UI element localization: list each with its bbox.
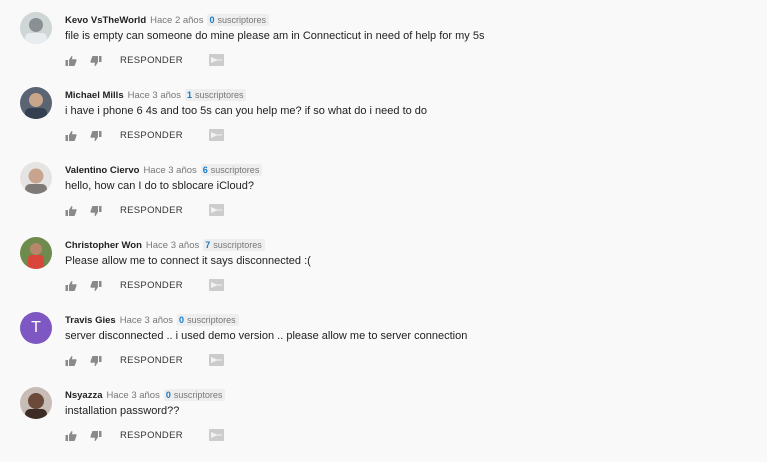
comment-text: server disconnected .. i used demo versi… xyxy=(65,330,468,342)
avatar[interactable] xyxy=(20,162,52,194)
share-icon[interactable] xyxy=(208,354,224,366)
subscriber-badge: 0 suscriptores xyxy=(177,314,239,326)
subscriber-count: 6 xyxy=(202,165,208,175)
share-icon[interactable] xyxy=(208,279,224,291)
reply-button[interactable]: RESPONDER xyxy=(120,130,183,141)
thumbs-down-icon[interactable] xyxy=(90,429,102,441)
comment-text: installation password?? xyxy=(65,405,180,417)
thumbs-down-icon[interactable] xyxy=(90,279,102,291)
comment-list: Kevo VsTheWorld Hace 2 años 0 suscriptore… xyxy=(0,0,767,453)
avatar[interactable] xyxy=(20,87,52,119)
thumbs-up-icon[interactable] xyxy=(65,429,77,441)
avatar-letter: T xyxy=(31,319,41,336)
subscriber-badge: 1 suscriptores xyxy=(184,89,247,101)
reply-button[interactable]: RESPONDER xyxy=(120,355,183,366)
comment-time[interactable]: Hace 3 años xyxy=(107,390,160,401)
thumbs-up-icon[interactable] xyxy=(65,279,77,291)
share-icon[interactable] xyxy=(208,204,224,216)
author-name[interactable]: Travis Gies xyxy=(65,315,116,326)
comment-text: i have i phone 6 4s and too 5s can you h… xyxy=(65,105,428,117)
comment-time[interactable]: Hace 2 años xyxy=(150,15,203,26)
author-name[interactable]: Valentino Ciervo xyxy=(65,165,139,176)
comment-time[interactable]: Hace 3 años xyxy=(120,315,173,326)
subscriber-count: 1 xyxy=(186,90,192,100)
thumbs-down-icon[interactable] xyxy=(90,204,102,216)
reply-button[interactable]: RESPONDER xyxy=(120,280,183,291)
comment-time[interactable]: Hace 3 años xyxy=(143,165,196,176)
thumbs-down-icon[interactable] xyxy=(90,129,102,141)
subscriber-label: suscriptores xyxy=(187,315,236,325)
subscriber-label: suscriptores xyxy=(194,90,244,100)
subscriber-label: suscriptores xyxy=(210,165,260,175)
author-name[interactable]: Nsyazza xyxy=(65,390,103,401)
share-icon[interactable] xyxy=(208,54,224,66)
subscriber-label: suscriptores xyxy=(213,240,262,250)
thumbs-down-icon[interactable] xyxy=(90,54,102,66)
share-icon[interactable] xyxy=(208,429,224,441)
comment-text: Please allow me to connect it says disco… xyxy=(65,255,311,267)
comment-time[interactable]: Hace 3 años xyxy=(128,90,181,101)
subscriber-label: suscriptores xyxy=(173,390,223,400)
comment: Kevo VsTheWorld Hace 2 años 0 suscriptore… xyxy=(0,12,767,87)
comment: T Travis Gies Hace 3 años 0 suscriptores … xyxy=(0,312,767,387)
share-icon[interactable] xyxy=(208,129,224,141)
subscriber-badge: 0 suscriptores xyxy=(163,389,226,401)
subscriber-badge: 0 suscriptores xyxy=(207,14,269,26)
author-name[interactable]: Michael Mills xyxy=(65,90,124,101)
comment: Valentino Ciervo Hace 3 años 6 suscriptor… xyxy=(0,162,767,237)
comment-time[interactable]: Hace 3 años xyxy=(146,240,199,251)
comment: Michael Mills Hace 3 años 1 suscriptores … xyxy=(0,87,767,162)
subscriber-badge: 7 suscriptores xyxy=(203,239,265,251)
subscriber-count: 0 xyxy=(209,15,215,25)
thumbs-up-icon[interactable] xyxy=(65,354,77,366)
comment: Christopher Won Hace 3 años 7 suscriptore… xyxy=(0,237,767,312)
subscriber-count: 0 xyxy=(179,315,185,325)
comment-text: file is empty can someone do mine please… xyxy=(65,30,485,42)
reply-button[interactable]: RESPONDER xyxy=(120,205,183,216)
avatar[interactable]: T xyxy=(20,312,52,344)
comment: Nsyazza Hace 3 años 0 suscriptores instal… xyxy=(0,387,767,462)
reply-button[interactable]: RESPONDER xyxy=(120,55,183,66)
subscriber-label: suscriptores xyxy=(217,15,266,25)
reply-button[interactable]: RESPONDER xyxy=(120,430,183,441)
thumbs-up-icon[interactable] xyxy=(65,204,77,216)
thumbs-up-icon[interactable] xyxy=(65,129,77,141)
author-name[interactable]: Kevo VsTheWorld xyxy=(65,15,146,26)
avatar[interactable] xyxy=(20,237,52,269)
avatar[interactable] xyxy=(20,12,52,44)
thumbs-down-icon[interactable] xyxy=(90,354,102,366)
avatar[interactable] xyxy=(20,387,52,419)
subscriber-count: 7 xyxy=(205,240,211,250)
author-name[interactable]: Christopher Won xyxy=(65,240,142,251)
subscriber-badge: 6 suscriptores xyxy=(200,164,263,176)
thumbs-up-icon[interactable] xyxy=(65,54,77,66)
comment-text: hello, how can I do to sblocare iCloud? xyxy=(65,180,254,192)
subscriber-count: 0 xyxy=(165,390,171,400)
